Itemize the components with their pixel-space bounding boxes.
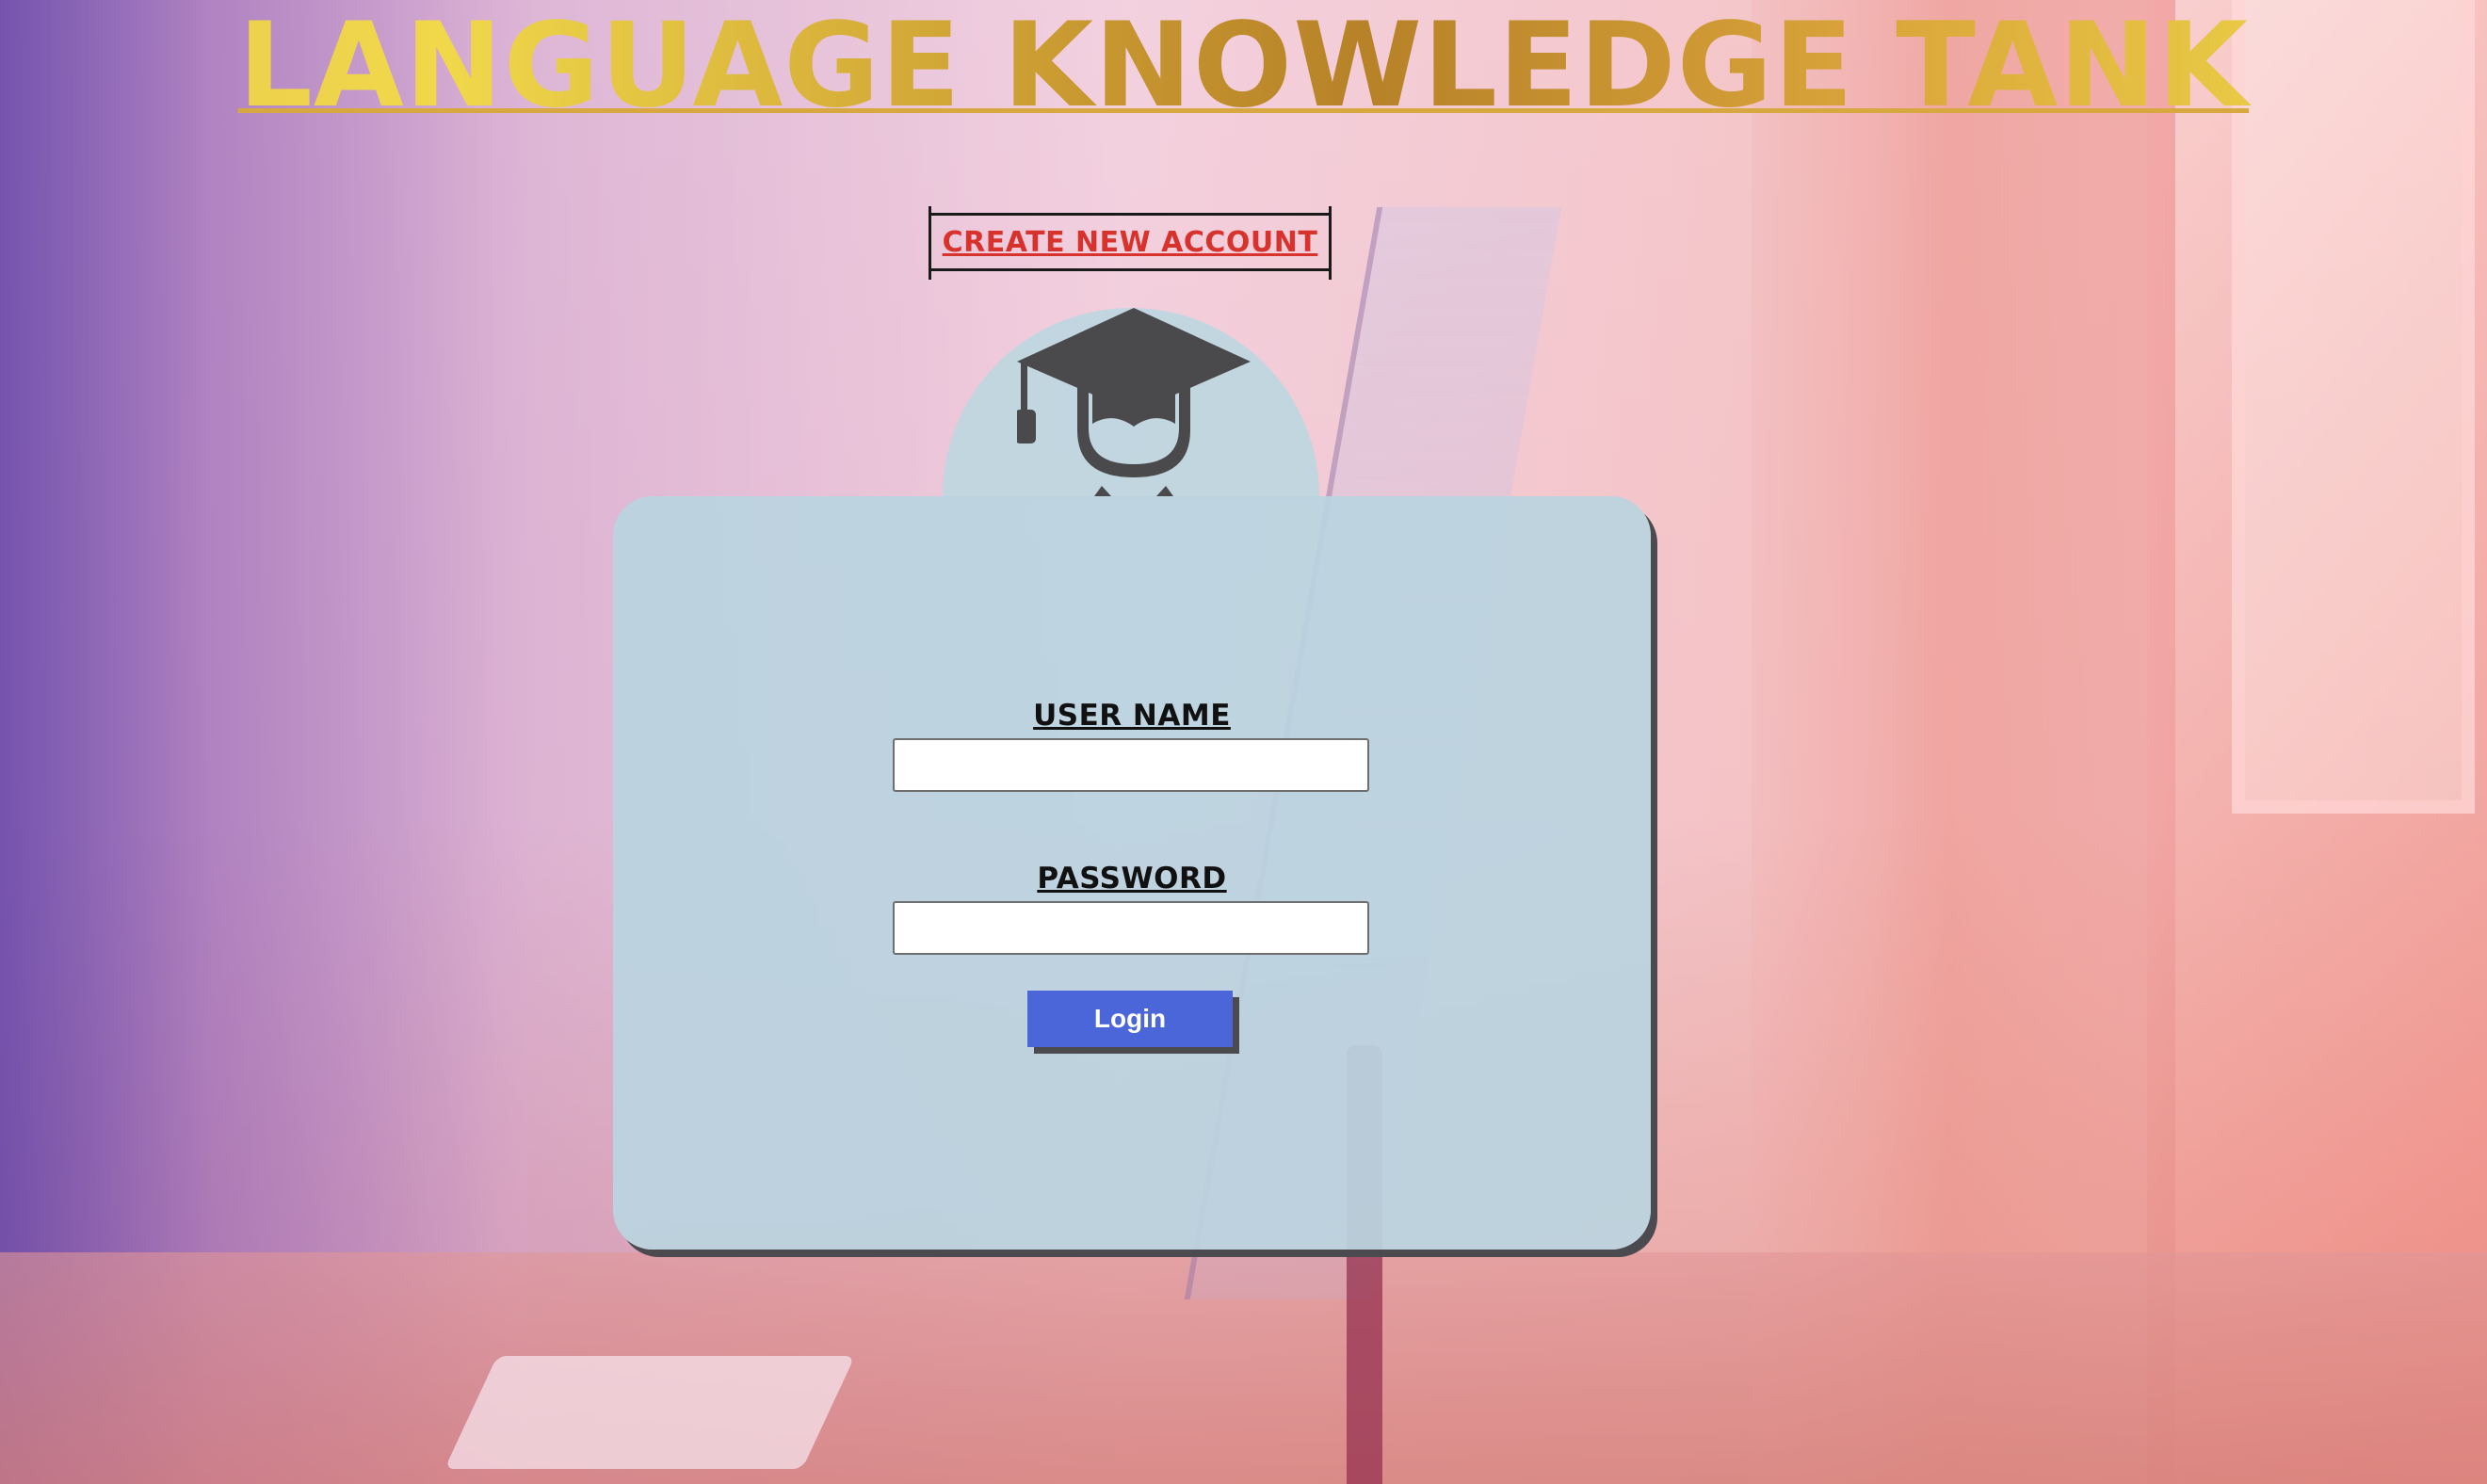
create-account-label[interactable]: CREATE NEW ACCOUNT	[943, 226, 1318, 259]
login-button[interactable]: Login	[1027, 991, 1233, 1047]
username-input[interactable]	[893, 738, 1369, 792]
login-card: USER NAME PASSWORD Login	[613, 496, 1651, 1250]
page-title: LANGUAGE KNOWLEDGE TANK	[0, 8, 2487, 124]
password-label: PASSWORD	[1037, 862, 1227, 895]
username-label: USER NAME	[1033, 699, 1231, 733]
background-keyboard	[444, 1356, 855, 1469]
graduation-student-icon	[1017, 308, 1251, 496]
create-account-link[interactable]: CREATE NEW ACCOUNT	[929, 206, 1332, 280]
password-input[interactable]	[893, 901, 1369, 955]
